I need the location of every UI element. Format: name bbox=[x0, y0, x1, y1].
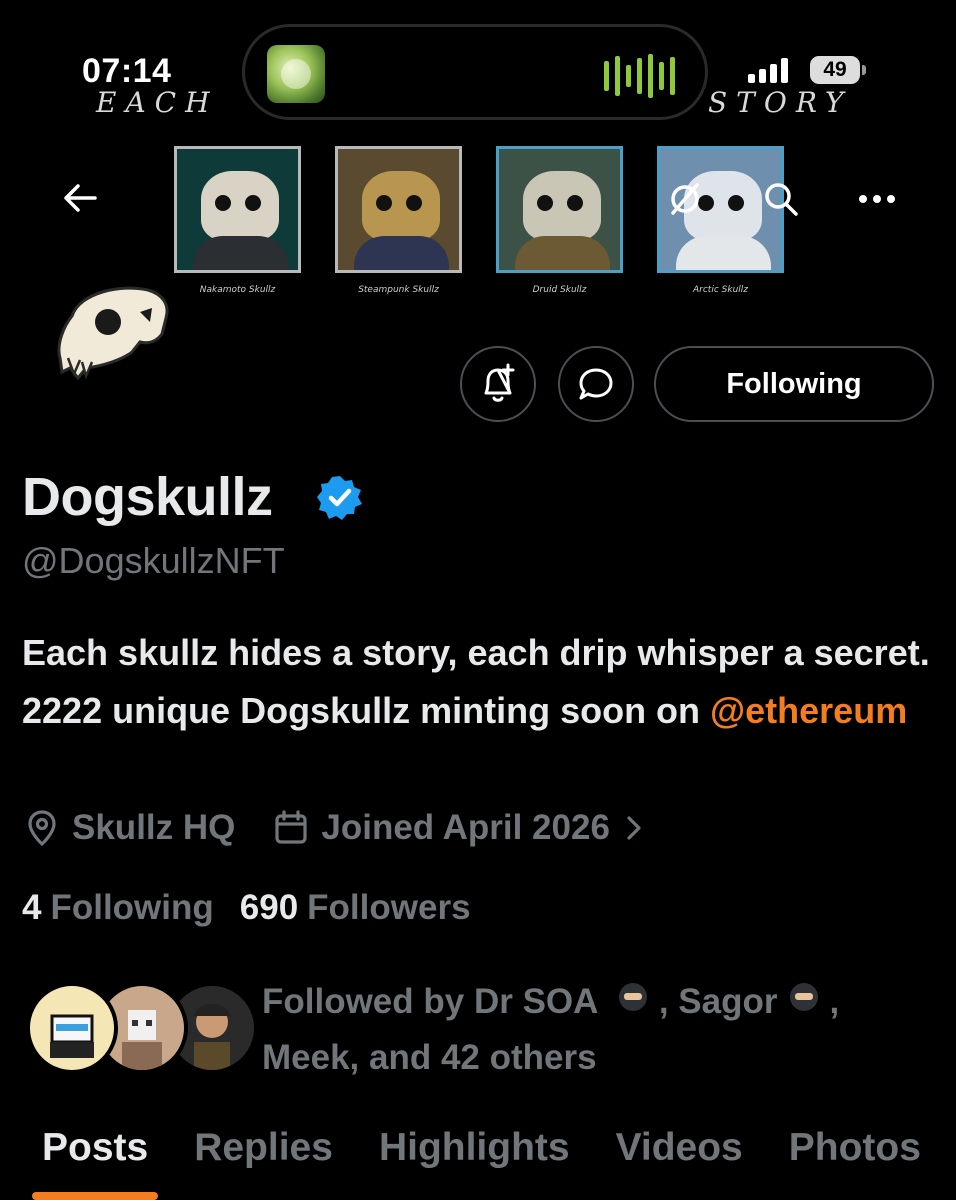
profile-joined-date[interactable]: Joined April 2026 bbox=[321, 808, 610, 848]
banner-word-right: STORY bbox=[708, 86, 853, 119]
nft-artwork bbox=[174, 146, 301, 273]
profile-meta: Skullz HQ Joined April 2026 bbox=[22, 808, 654, 848]
tab-videos[interactable]: Videos bbox=[616, 1114, 743, 1200]
calendar-icon bbox=[275, 810, 307, 844]
banner-card-caption: Steampunk Skullz bbox=[358, 285, 439, 295]
bio-mention-link[interactable]: @ethereum bbox=[710, 690, 907, 731]
following-count: 4 bbox=[22, 888, 42, 927]
following-count-link[interactable]: 4 Following bbox=[22, 888, 214, 928]
search-button[interactable] bbox=[758, 176, 804, 222]
followed-by-others: Meek, and 42 others bbox=[262, 1038, 597, 1077]
audio-waveform-icon bbox=[604, 53, 675, 99]
following-label: Following bbox=[50, 888, 214, 927]
chevron-right-icon[interactable] bbox=[624, 813, 644, 843]
location-pin-icon bbox=[28, 810, 56, 847]
display-name: Dogskullz bbox=[22, 467, 273, 527]
more-horizontal-icon bbox=[859, 195, 895, 203]
banner-card-caption: Nakamoto Skullz bbox=[199, 285, 276, 295]
followed-by-suffix: , bbox=[829, 982, 840, 1021]
profile-tabs: Posts Replies Highlights Videos Photos bbox=[0, 1114, 956, 1200]
mutual-followers-avatars[interactable] bbox=[26, 982, 258, 1078]
banner-card: Steampunk Skullz bbox=[335, 146, 462, 295]
tab-highlights[interactable]: Highlights bbox=[379, 1114, 570, 1200]
banner-card: Nakamoto Skullz bbox=[174, 146, 301, 295]
following-button[interactable]: Following bbox=[654, 346, 934, 422]
notify-button[interactable] bbox=[460, 346, 536, 422]
followed-by-middle: , Sagor bbox=[658, 982, 778, 1021]
now-playing-artwork bbox=[267, 45, 325, 103]
banner-card-caption: Arctic Skullz bbox=[693, 285, 748, 295]
more-button[interactable] bbox=[854, 176, 900, 222]
back-button[interactable] bbox=[58, 176, 102, 220]
banner-card: Druid Skullz bbox=[496, 146, 623, 295]
battery-indicator: 49 bbox=[810, 56, 866, 84]
profile-handle: @DogskullzNFT bbox=[22, 540, 285, 581]
cellular-signal-icon bbox=[748, 58, 788, 83]
profile-location: Skullz HQ bbox=[72, 808, 236, 847]
ninja-emoji-icon bbox=[611, 981, 655, 1021]
nft-artwork bbox=[335, 146, 462, 273]
ninja-emoji-icon bbox=[782, 981, 826, 1021]
profile-bio: Each skullz hides a story, each drip whi… bbox=[22, 624, 942, 740]
hidden-icon bbox=[662, 176, 708, 222]
follow-counts: 4 Following 690 Followers bbox=[22, 888, 471, 928]
followers-label: Followers bbox=[307, 888, 471, 927]
banner-card-caption: Druid Skullz bbox=[532, 285, 587, 295]
dog-skull-logo bbox=[57, 286, 169, 381]
dynamic-island[interactable] bbox=[242, 24, 708, 120]
avatar bbox=[26, 982, 118, 1074]
tab-posts[interactable]: Posts bbox=[31, 1114, 159, 1200]
search-icon bbox=[765, 183, 798, 216]
followed-by-prefix: Followed by Dr SOA bbox=[262, 982, 598, 1021]
verified-badge-icon bbox=[317, 476, 362, 520]
followers-count: 690 bbox=[239, 888, 299, 927]
profile-avatar[interactable] bbox=[52, 282, 176, 394]
message-button[interactable] bbox=[558, 346, 634, 422]
bell-plus-icon bbox=[484, 363, 515, 402]
followers-count-link[interactable]: 690 Followers bbox=[240, 888, 471, 928]
banner-word-left: EACH bbox=[96, 86, 219, 119]
nft-artwork bbox=[496, 146, 623, 273]
message-bubble-icon bbox=[579, 368, 613, 400]
arrow-left-icon bbox=[64, 184, 97, 212]
tab-photos[interactable]: Photos bbox=[789, 1114, 921, 1200]
tab-replies[interactable]: Replies bbox=[194, 1114, 333, 1200]
followed-by-text[interactable]: Followed by Dr SOA , Sagor, Meek, and 42… bbox=[262, 974, 942, 1086]
